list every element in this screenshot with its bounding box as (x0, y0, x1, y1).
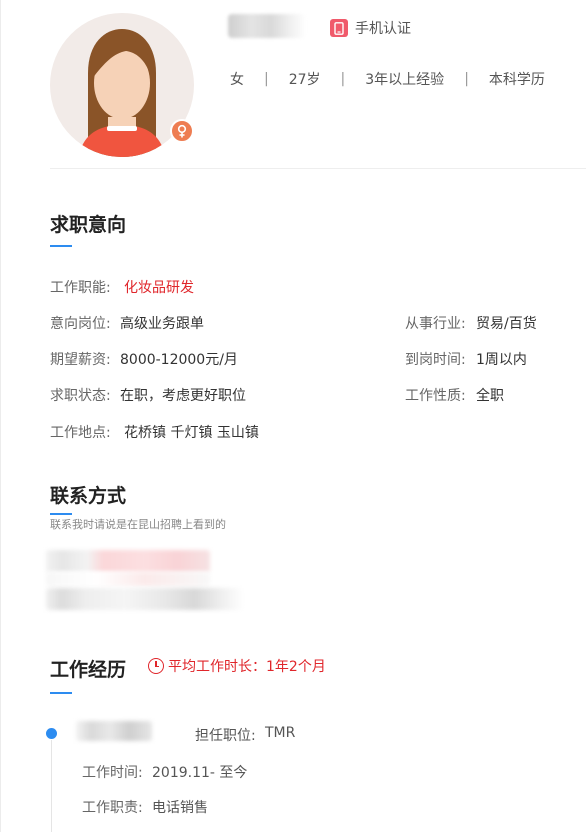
job-duty-value: 电话销售 (152, 800, 208, 816)
education-text: 本科学历 (488, 72, 545, 88)
nature-label: 工作性质: (405, 388, 466, 404)
job-position-value: TMR (265, 725, 296, 741)
location-label: 工作地点: (50, 425, 111, 441)
verify-label: 手机认证 (355, 21, 411, 37)
contact-phone-redacted (46, 550, 210, 572)
gender-text: 女 (230, 72, 244, 88)
experience-title: 工作经历 (50, 659, 127, 681)
basic-info: 女 | 27岁 | 3年以上经验 | 本科学历 (230, 69, 545, 89)
company-name-redacted (76, 721, 152, 741)
experience-title-underline (50, 692, 72, 694)
location-value: 花桥镇 千灯镇 玉山镇 (124, 425, 259, 441)
phone-verified-badge: 手机认证 (330, 18, 411, 38)
job-time-label: 工作时间: (82, 765, 143, 781)
experience-text: 3年以上经验 (365, 72, 445, 88)
phone-icon (330, 19, 348, 37)
position-value: 高级业务跟单 (120, 316, 204, 332)
contact-hint: 联系我时请说是在昆山招聘上看到的 (50, 518, 226, 531)
contact-email-redacted (46, 588, 244, 610)
nature-value: 全职 (476, 388, 504, 404)
separator: | (464, 71, 469, 87)
industry-label: 从事行业: (405, 316, 466, 332)
avg-duration-text: 平均工作时长：1年2个月 (168, 659, 326, 675)
avg-duration: 平均工作时长：1年2个月 (148, 656, 326, 676)
salary-value: 8000-12000元/月 (120, 352, 238, 368)
name-redacted (228, 14, 306, 38)
separator: | (340, 71, 346, 87)
function-value: 化妆品研发 (124, 280, 194, 296)
clock-icon (148, 658, 164, 674)
job-duty-label: 工作职责: (82, 800, 143, 816)
function-label: 工作职能: (50, 280, 111, 296)
intent-title: 求职意向 (50, 214, 127, 236)
left-border (0, 0, 1, 832)
salary-label: 期望薪资: (50, 352, 111, 368)
status-label: 求职状态: (50, 388, 111, 404)
position-label: 意向岗位: (50, 316, 111, 332)
timeline-dot (46, 728, 57, 739)
contact-title-underline (50, 513, 72, 515)
timeline-line (51, 740, 52, 832)
status-value: 在职，考虑更好职位 (120, 388, 246, 404)
job-position-label: 担任职位: (195, 728, 256, 744)
contact-title: 联系方式 (50, 485, 127, 507)
female-icon (170, 119, 194, 143)
industry-value: 贸易/百货 (476, 316, 537, 332)
intent-title-underline (50, 245, 72, 247)
age-text: 27岁 (288, 72, 321, 88)
job-time-value: 2019.11- 至今 (152, 765, 248, 781)
contact-redacted-gap (46, 572, 210, 586)
arrival-label: 到岗时间: (405, 352, 466, 368)
arrival-value: 1周以内 (476, 352, 527, 368)
header-divider (50, 168, 586, 169)
separator: | (264, 71, 269, 87)
